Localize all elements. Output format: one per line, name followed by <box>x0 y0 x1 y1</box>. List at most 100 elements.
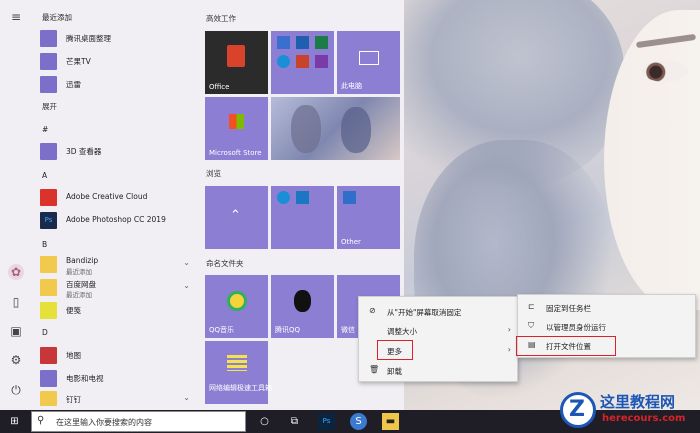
app-item-dingding[interactable]: 钉钉 ⌄ <box>40 391 194 407</box>
highlight-more <box>377 340 413 360</box>
app-label: 电影和电视 <box>66 374 104 383</box>
tile-office-apps-folder[interactable] <box>271 31 334 94</box>
computer-icon <box>359 51 379 65</box>
tile-browse-folder[interactable] <box>271 186 334 249</box>
power-icon[interactable]: ⏻ <box>8 382 24 398</box>
tile-label: Microsoft Store <box>209 149 262 157</box>
tile-other-folder[interactable]: Other <box>337 186 400 249</box>
tile-label: 腾讯QQ <box>275 326 301 334</box>
folder-icon <box>40 391 57 406</box>
avatar[interactable]: ✿ <box>8 264 24 280</box>
maps-icon <box>40 347 57 364</box>
menu-item-label: 固定到任务栏 <box>546 304 591 313</box>
folder-icon <box>40 279 57 296</box>
recent-tag: 最近添加 <box>66 268 92 276</box>
app-icon <box>343 191 356 204</box>
admin-icon: ⛉ <box>528 321 534 330</box>
expand-link[interactable]: 展开 <box>42 101 57 112</box>
toolbox-icon <box>227 355 247 371</box>
qq-penguin-icon <box>294 290 311 312</box>
menu-item-label: 以管理员身份运行 <box>546 323 606 332</box>
chevron-up-icon: ⌃ <box>230 208 241 223</box>
tile-netease-toolbox[interactable]: 网络编辑极速工具箱 <box>205 341 272 404</box>
chevron-down-icon[interactable]: ⌄ <box>183 281 190 290</box>
taskbar-search[interactable]: ⚲ 在这里输入你要搜索的内容 <box>31 411 246 432</box>
chevron-down-icon[interactable]: ⌄ <box>183 393 190 402</box>
app-label: 3D 查看器 <box>66 147 102 156</box>
outlook-icon <box>296 36 309 49</box>
section-d[interactable]: D <box>42 328 48 337</box>
xunlei-icon <box>40 76 57 93</box>
app-label: 迅雷 <box>66 80 81 89</box>
tile-office[interactable]: Office <box>205 31 268 94</box>
cortana-icon[interactable]: ○ <box>256 413 273 430</box>
app-item-baidu-netdisk[interactable]: 百度网盘 最近添加 ⌄ <box>40 279 194 299</box>
app-label: Bandizip <box>66 256 99 265</box>
section-hash[interactable]: # <box>42 125 48 134</box>
app-label: 地图 <box>66 351 81 360</box>
app-list: 最近添加 腾讯桌面整理 芒果TV 迅雷 展开 # 3D 查看器 A Adobe … <box>33 0 195 410</box>
tile-label: 网络编辑极速工具箱 <box>209 384 272 392</box>
tile-microsoft-store[interactable]: Microsoft Store <box>205 97 268 160</box>
tile-group-header[interactable]: 浏览 <box>206 168 221 179</box>
app-item-tencent-desktop[interactable]: 腾讯桌面整理 <box>40 30 194 48</box>
tile-group-header[interactable]: 命名文件夹 <box>206 258 244 269</box>
photo-figure <box>341 107 371 153</box>
app-item-sticky-notes[interactable]: 便笺 <box>40 302 194 320</box>
browser-taskbar-icon[interactable]: S <box>350 413 367 430</box>
documents-icon[interactable]: ▯ <box>8 294 24 310</box>
menu-item-unpin[interactable]: ⊘ 从"开始"屏幕取消固定 <box>359 303 517 321</box>
app-item-maps[interactable]: 地图 <box>40 347 194 365</box>
task-view-icon[interactable]: ⧉ <box>286 413 303 430</box>
app-label: Adobe Photoshop CC 2019 <box>66 215 166 224</box>
windows-start-icon[interactable]: ⊞ <box>6 413 23 430</box>
qq-music-icon <box>227 291 247 311</box>
menu-item-label: 卸载 <box>387 367 402 376</box>
onenote-icon <box>315 55 328 68</box>
menu-item-run-admin[interactable]: ⛉ 以管理员身份运行 <box>518 318 695 336</box>
section-a[interactable]: A <box>42 171 47 180</box>
app-item-xunlei[interactable]: 迅雷 <box>40 76 194 94</box>
tile-photos[interactable] <box>271 97 400 160</box>
menu-item-resize[interactable]: 调整大小 › <box>359 322 517 340</box>
app-item-adobe-cc[interactable]: Adobe Creative Cloud <box>40 189 194 207</box>
tile-this-pc[interactable]: 此电脑 <box>337 31 400 94</box>
tile-collapse[interactable]: ⌃ <box>205 186 268 249</box>
office-icon <box>227 45 245 67</box>
photoshop-taskbar-icon[interactable]: Ps <box>318 413 335 430</box>
search-placeholder: 在这里输入你要搜索的内容 <box>56 418 152 427</box>
app-item-movies-tv[interactable]: 电影和电视 <box>40 370 194 388</box>
app-item-photoshop[interactable]: Ps Adobe Photoshop CC 2019 <box>40 212 194 230</box>
app-item-mango-tv[interactable]: 芒果TV <box>40 53 194 71</box>
section-b[interactable]: B <box>42 240 47 249</box>
context-menu: ⊘ 从"开始"屏幕取消固定 调整大小 › 更多 › 🗑 卸载 <box>358 296 518 382</box>
tile-tencent-qq[interactable]: 腾讯QQ <box>271 275 334 338</box>
movies-tv-icon <box>40 370 57 387</box>
watermark-url: herecours.com <box>602 413 686 424</box>
app-label: 腾讯桌面整理 <box>66 34 111 43</box>
skype-icon <box>277 191 290 204</box>
settings-gear-icon[interactable]: ⚙ <box>8 352 24 368</box>
app-item-bandizip[interactable]: Bandizip 最近添加 ⌄ <box>40 256 194 276</box>
sticky-notes-icon <box>40 302 57 319</box>
tile-qq-music[interactable]: QQ音乐 <box>205 275 268 338</box>
tile-label: 微信 <box>341 326 355 334</box>
app-item-3d-viewer[interactable]: 3D 查看器 <box>40 143 194 161</box>
trash-icon: 🗑 <box>369 365 380 374</box>
tile-label: Other <box>341 238 361 246</box>
adobe-cc-icon <box>40 189 57 206</box>
menu-item-uninstall[interactable]: 🗑 卸载 <box>359 362 517 380</box>
highlight-open-location <box>516 336 616 356</box>
pictures-icon[interactable]: ▣ <box>8 323 24 339</box>
tile-group-header[interactable]: 高效工作 <box>206 13 236 24</box>
photo-figure <box>291 105 321 153</box>
start-menu: ≡ ✿ ▯ ▣ ⚙ ⏻ 最近添加 腾讯桌面整理 芒果TV 迅雷 展开 # 3D … <box>0 0 404 410</box>
search-icon: ⚲ <box>37 415 45 426</box>
skype-icon <box>277 55 290 68</box>
chevron-down-icon[interactable]: ⌄ <box>183 258 190 267</box>
start-left-rail: ≡ ✿ ▯ ▣ ⚙ ⏻ <box>0 0 33 410</box>
menu-item-pin-taskbar[interactable]: ⊏ 固定到任务栏 <box>518 299 695 317</box>
store-icon <box>229 114 244 129</box>
hamburger-menu-icon[interactable]: ≡ <box>8 9 24 25</box>
file-explorer-icon[interactable]: ▬ <box>382 413 399 430</box>
